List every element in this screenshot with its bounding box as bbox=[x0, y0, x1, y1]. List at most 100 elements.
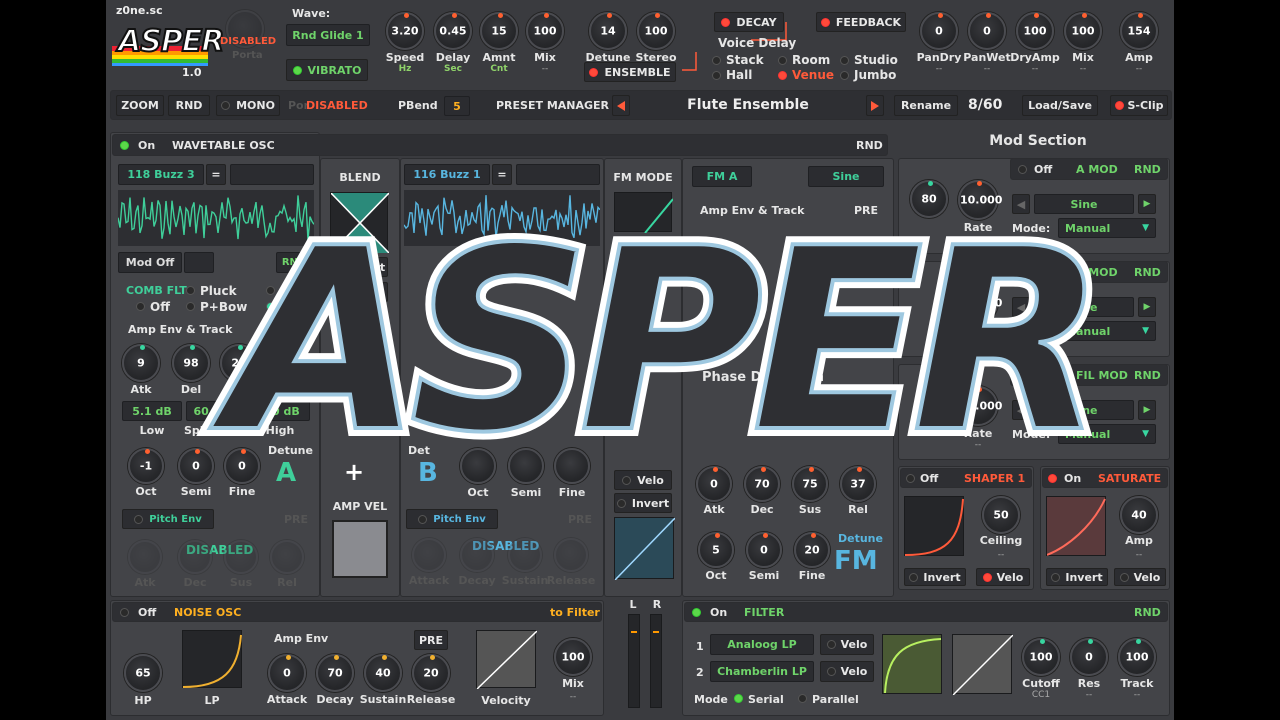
filter-res-knob[interactable]: 0 bbox=[1070, 638, 1108, 676]
output-panwet-knob[interactable]: 0 bbox=[968, 12, 1006, 50]
osc-a-mod-off[interactable]: Mod Off bbox=[118, 252, 182, 273]
mod-wave-next-0[interactable]: ▶ bbox=[1138, 194, 1156, 214]
saturate-velo-toggle[interactable]: Velo bbox=[1114, 568, 1166, 586]
comb-radio-1[interactable] bbox=[266, 286, 275, 295]
mod-wave-1[interactable]: Sine bbox=[1034, 297, 1134, 317]
noise-env-0-knob[interactable]: 0 bbox=[268, 654, 306, 692]
filter-led[interactable] bbox=[692, 608, 701, 617]
osc-on-led[interactable] bbox=[120, 141, 129, 150]
split-point[interactable]: 60 (C3) bbox=[186, 401, 246, 421]
osc-b-wave-select[interactable]: 116 Buzz 1 bbox=[404, 164, 490, 185]
mod-wave-next-2[interactable]: ▶ bbox=[1138, 400, 1156, 420]
output-mix-knob[interactable]: 100 bbox=[1064, 12, 1102, 50]
mod-rnd-0[interactable]: RND bbox=[1134, 163, 1161, 176]
ensemble-toggle[interactable]: ENSEMBLE bbox=[584, 62, 676, 82]
comb-radio-2[interactable] bbox=[136, 302, 145, 311]
osc-a-pitch-knob-0[interactable] bbox=[128, 540, 162, 574]
output-amp-knob[interactable]: 154 bbox=[1120, 12, 1158, 50]
vibrato-toggle[interactable]: VIBRATO bbox=[286, 59, 368, 81]
filter-slot2-velo[interactable]: Velo bbox=[820, 661, 874, 682]
mod-rnd-1[interactable]: RND bbox=[1134, 266, 1161, 279]
rename-button[interactable]: Rename bbox=[894, 95, 958, 116]
osc-a-env-0-knob[interactable]: 9 bbox=[122, 344, 160, 382]
osc-rnd-button[interactable]: RND bbox=[856, 139, 883, 152]
reverb-radio-jumbo[interactable] bbox=[840, 71, 849, 80]
noise-env-2-knob[interactable]: 40 bbox=[364, 654, 402, 692]
split-high[interactable]: 0.0 dB bbox=[250, 401, 310, 421]
mod-rate-0-knob[interactable]: 10.000 bbox=[958, 180, 1002, 220]
filter-track-knob[interactable]: 100 bbox=[1118, 638, 1156, 676]
sclip-toggle[interactable]: S-Clip bbox=[1110, 95, 1168, 116]
filter-slot1-select[interactable]: Analoog LP bbox=[710, 634, 814, 655]
osc-a-tune-0-knob[interactable]: -1 bbox=[128, 448, 164, 484]
ensemble-detune-knob[interactable]: 14 bbox=[589, 12, 627, 50]
osc-a-env-1-knob[interactable]: 98 bbox=[172, 344, 210, 382]
osc-a-pitch-knob-1[interactable] bbox=[178, 540, 212, 574]
osc-a-eq-button[interactable]: = bbox=[206, 164, 226, 185]
reverb-radio-room[interactable] bbox=[778, 56, 787, 65]
fm-env-0-knob[interactable]: 0 bbox=[696, 466, 732, 502]
vibrato-delay-knob[interactable]: 0.45 bbox=[434, 12, 472, 50]
osc-b-eq-button[interactable]: = bbox=[492, 164, 512, 185]
blend-invert-toggle[interactable]: Invert bbox=[330, 257, 388, 277]
osc-b-pitch-knob-0[interactable] bbox=[412, 538, 446, 572]
shaper-invert-toggle[interactable]: Invert bbox=[904, 568, 966, 586]
mod-amount-0-knob[interactable]: 80 bbox=[910, 180, 948, 218]
shaper-led[interactable] bbox=[906, 474, 915, 483]
fm-env-2-knob[interactable]: 75 bbox=[792, 466, 828, 502]
osc-a-tune-2-knob[interactable]: 0 bbox=[224, 448, 260, 484]
mod-rate-1-knob[interactable]: 10.000 bbox=[958, 283, 1002, 323]
blend-mod-knob[interactable]: 100 bbox=[338, 344, 378, 384]
feedback-toggle[interactable]: FEEDBACK bbox=[816, 12, 906, 32]
output-dryamp-knob[interactable]: 100 bbox=[1016, 12, 1054, 50]
mod-wave-prev-0[interactable]: ◀ bbox=[1012, 194, 1030, 214]
osc-b-slot[interactable] bbox=[516, 164, 600, 185]
load-save-button[interactable]: Load/Save bbox=[1022, 95, 1098, 116]
saturate-led[interactable] bbox=[1048, 474, 1057, 483]
pbend-value[interactable]: 5 bbox=[444, 96, 470, 116]
vibrato-speed-knob[interactable]: 3.20 bbox=[386, 12, 424, 50]
vibrato-mix-knob[interactable]: 100 bbox=[526, 12, 564, 50]
mod-wave-0[interactable]: Sine bbox=[1034, 194, 1134, 214]
blend-velo-toggle[interactable]: Velo bbox=[330, 282, 388, 302]
fm-tune-2-knob[interactable]: 20 bbox=[794, 532, 830, 568]
vibrato-amnt-knob[interactable]: 15 bbox=[480, 12, 518, 50]
mod-mode-select-0[interactable]: Manual ▼ bbox=[1058, 218, 1156, 238]
mod-rnd-2[interactable]: RND bbox=[1134, 369, 1161, 382]
fm-env-3-knob[interactable]: 37 bbox=[840, 466, 876, 502]
preset-next-button[interactable] bbox=[866, 95, 884, 116]
osc-a-pitch-knob-2[interactable] bbox=[224, 540, 258, 574]
mod-wave-next-1[interactable]: ▶ bbox=[1138, 297, 1156, 317]
reverb-radio-hall[interactable] bbox=[712, 71, 721, 80]
split-low[interactable]: 5.1 dB bbox=[122, 401, 182, 421]
noise-pre-button[interactable]: PRE bbox=[414, 630, 448, 650]
filter-cutoff-knob[interactable]: 100 bbox=[1022, 638, 1060, 676]
mod-mode-select-2[interactable]: Manual ▼ bbox=[1058, 424, 1156, 444]
osc-a-env-2-knob[interactable]: 28 bbox=[220, 344, 258, 382]
saturate-amp-knob[interactable]: 40 bbox=[1120, 496, 1158, 534]
fm-osc-select[interactable]: FM A bbox=[692, 166, 752, 187]
mod-led-0[interactable] bbox=[1018, 165, 1027, 174]
wave-select[interactable]: Rnd Glide 1 bbox=[286, 24, 370, 46]
shaper-velo-toggle[interactable]: Velo bbox=[976, 568, 1030, 586]
osc-b-pitch-knob-3[interactable] bbox=[554, 538, 588, 572]
mono-toggle[interactable]: MONO bbox=[216, 95, 280, 116]
preset-prev-button[interactable] bbox=[612, 95, 630, 116]
fm-tune-1-knob[interactable]: 0 bbox=[746, 532, 782, 568]
filter-slot1-velo[interactable]: Velo bbox=[820, 634, 874, 655]
osc-b-tune-knob-1[interactable] bbox=[508, 448, 544, 484]
osc-b-pitch-env-toggle[interactable]: Pitch Env bbox=[406, 509, 498, 529]
ensemble-stereo-knob[interactable]: 100 bbox=[637, 12, 675, 50]
mod-mode-select-1[interactable]: Manual ▼ bbox=[1058, 321, 1156, 341]
osc-b-tune-knob-2[interactable] bbox=[554, 448, 590, 484]
osc-a-env-3-knob[interactable]: 35 bbox=[266, 344, 304, 382]
osc-b-pitch-knob-2[interactable] bbox=[508, 538, 542, 572]
noise-env-3-knob[interactable]: 20 bbox=[412, 654, 450, 692]
mod-led-2[interactable] bbox=[1018, 371, 1027, 380]
mod-wave-prev-2[interactable]: ◀ bbox=[1012, 400, 1030, 420]
noise-mix-knob[interactable]: 100 bbox=[554, 638, 592, 676]
filter-rnd-button[interactable]: RND bbox=[1134, 606, 1161, 619]
comb-radio-3[interactable] bbox=[186, 302, 195, 311]
osc-a-rnd-button[interactable]: RND bbox=[276, 252, 312, 273]
osc-b-tune-knob-0[interactable] bbox=[460, 448, 496, 484]
